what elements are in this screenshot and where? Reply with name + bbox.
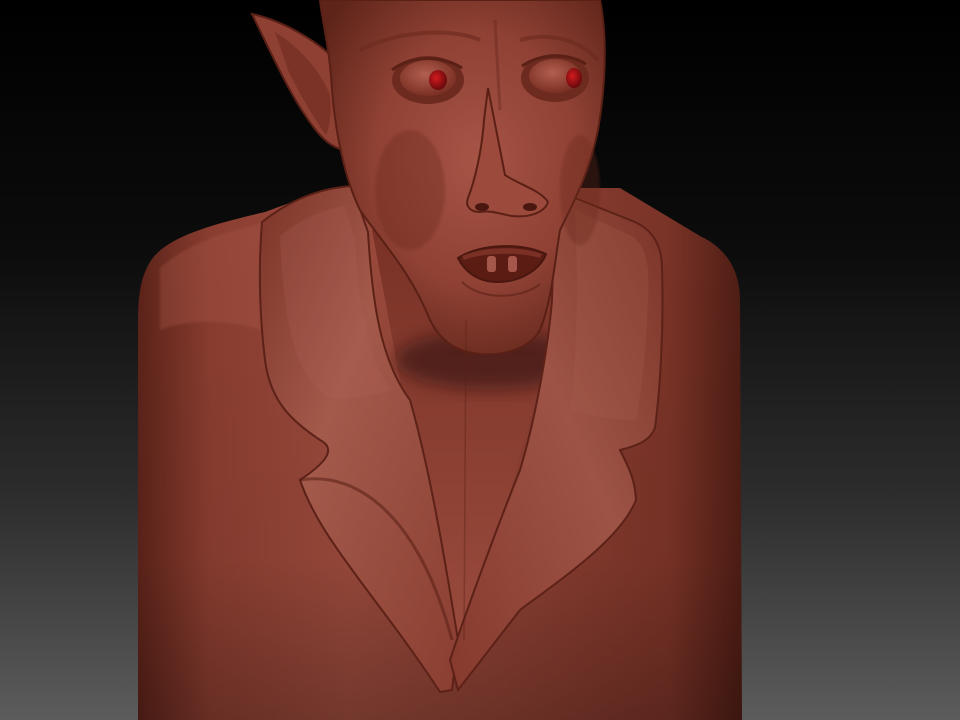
fang-left [487, 256, 496, 272]
fang-right [508, 256, 517, 272]
render-canvas [0, 0, 960, 720]
render-viewport [0, 0, 960, 720]
right-eye [521, 54, 589, 102]
left-eye [391, 56, 464, 104]
